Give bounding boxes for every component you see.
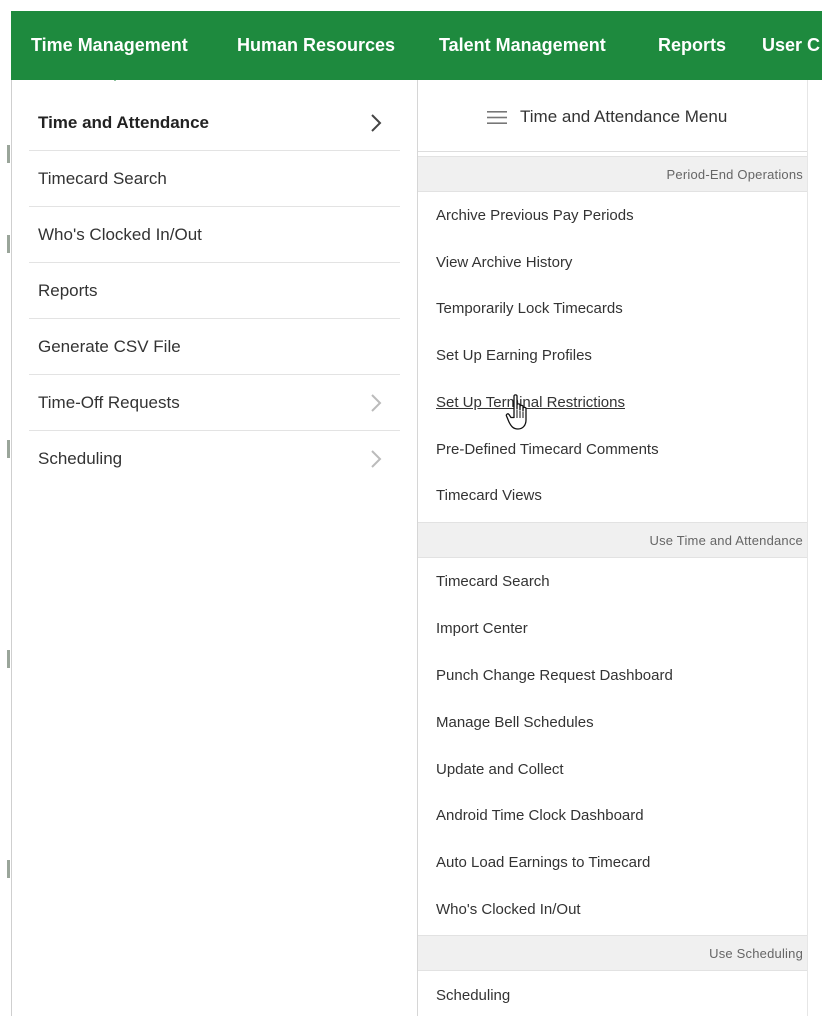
left-menu-label: Reports bbox=[38, 281, 98, 300]
top-navigation-bar: Time Management Human Resources Talent M… bbox=[11, 11, 822, 80]
menu-item-android-time-clock-dashboard[interactable]: Android Time Clock Dashboard bbox=[436, 806, 644, 826]
menu-item-manage-bell-schedules[interactable]: Manage Bell Schedules bbox=[436, 713, 594, 733]
menu-item-set-up-earning-profiles[interactable]: Set Up Earning Profiles bbox=[436, 346, 592, 366]
nav-time-management[interactable]: Time Management bbox=[31, 33, 188, 57]
left-menu-item-whos-clocked[interactable]: Who's Clocked In/Out bbox=[29, 207, 400, 263]
background-mark bbox=[7, 860, 10, 878]
menu-item-whos-clocked-in-out[interactable]: Who's Clocked In/Out bbox=[436, 900, 581, 920]
chevron-right-icon bbox=[371, 394, 382, 412]
menu-item-archive-previous-pay-periods[interactable]: Archive Previous Pay Periods bbox=[436, 206, 634, 226]
menu-item-temporarily-lock-timecards[interactable]: Temporarily Lock Timecards bbox=[436, 299, 623, 319]
nav-talent-management[interactable]: Talent Management bbox=[439, 33, 606, 57]
nav-human-resources[interactable]: Human Resources bbox=[237, 33, 395, 57]
hand-pointer-cursor-icon bbox=[505, 394, 527, 430]
left-menu-item-time-off-requests[interactable]: Time-Off Requests bbox=[29, 375, 400, 431]
menu-item-update-and-collect[interactable]: Update and Collect bbox=[436, 760, 564, 780]
left-menu-item-timecard-search[interactable]: Timecard Search bbox=[29, 151, 400, 207]
menu-item-view-archive-history[interactable]: View Archive History bbox=[436, 253, 572, 273]
hamburger-icon bbox=[487, 111, 507, 124]
menu-item-scheduling[interactable]: Scheduling bbox=[436, 986, 510, 1006]
time-and-attendance-menu-panel: Time and Attendance Menu Period-End Oper… bbox=[418, 80, 822, 1016]
section-heading-use-scheduling: Use Scheduling bbox=[418, 935, 807, 971]
nav-reports[interactable]: Reports bbox=[658, 33, 726, 57]
screen: Time Management Human Resources Talent M… bbox=[0, 0, 822, 1016]
menu-panel-title: Time and Attendance Menu bbox=[520, 107, 728, 126]
nav-user-center[interactable]: User C bbox=[762, 33, 820, 57]
left-menu-item-scheduling[interactable]: Scheduling bbox=[29, 431, 400, 487]
section-heading-label: Use Scheduling bbox=[709, 946, 803, 961]
chevron-right-icon bbox=[371, 114, 382, 132]
menu-item-timecard-search[interactable]: Timecard Search bbox=[436, 572, 550, 592]
section-heading-label: Use Time and Attendance bbox=[649, 533, 803, 548]
background-mark bbox=[7, 650, 10, 668]
left-menu-label: Time and Attendance bbox=[38, 113, 209, 132]
section-heading-use-time-and-attendance: Use Time and Attendance bbox=[418, 522, 807, 558]
section-heading-period-end: Period-End Operations bbox=[418, 156, 807, 192]
background-mark bbox=[7, 145, 10, 163]
menu-item-import-center[interactable]: Import Center bbox=[436, 619, 528, 639]
background-mark bbox=[7, 440, 10, 458]
left-menu-label: Scheduling bbox=[38, 449, 123, 468]
left-menu-label: Who's Clocked In/Out bbox=[38, 225, 202, 244]
left-menu-item-generate-csv[interactable]: Generate CSV File bbox=[29, 319, 400, 375]
left-menu-label: Generate CSV File bbox=[38, 337, 181, 356]
left-menu-item-time-and-attendance[interactable]: Time and Attendance bbox=[29, 95, 400, 151]
menu-item-auto-load-earnings[interactable]: Auto Load Earnings to Timecard bbox=[436, 853, 650, 873]
background-mark bbox=[7, 235, 10, 253]
left-menu-label: Time-Off Requests bbox=[38, 393, 180, 412]
menu-panel-header: Time and Attendance Menu bbox=[418, 80, 807, 152]
panel-border bbox=[11, 80, 12, 1016]
panel-right-border bbox=[807, 80, 808, 1016]
section-heading-label: Period-End Operations bbox=[666, 167, 803, 182]
menu-item-pre-defined-timecard-comments[interactable]: Pre-Defined Timecard Comments bbox=[436, 440, 659, 460]
menu-item-punch-change-request-dashboard[interactable]: Punch Change Request Dashboard bbox=[436, 666, 673, 686]
left-submenu: Time and Attendance Timecard Search Who'… bbox=[29, 95, 400, 487]
chevron-right-icon bbox=[371, 450, 382, 468]
left-menu-item-reports[interactable]: Reports bbox=[29, 263, 400, 319]
menu-item-timecard-views[interactable]: Timecard Views bbox=[436, 486, 542, 506]
left-menu-label: Timecard Search bbox=[38, 169, 167, 188]
active-nav-caret bbox=[104, 70, 126, 81]
